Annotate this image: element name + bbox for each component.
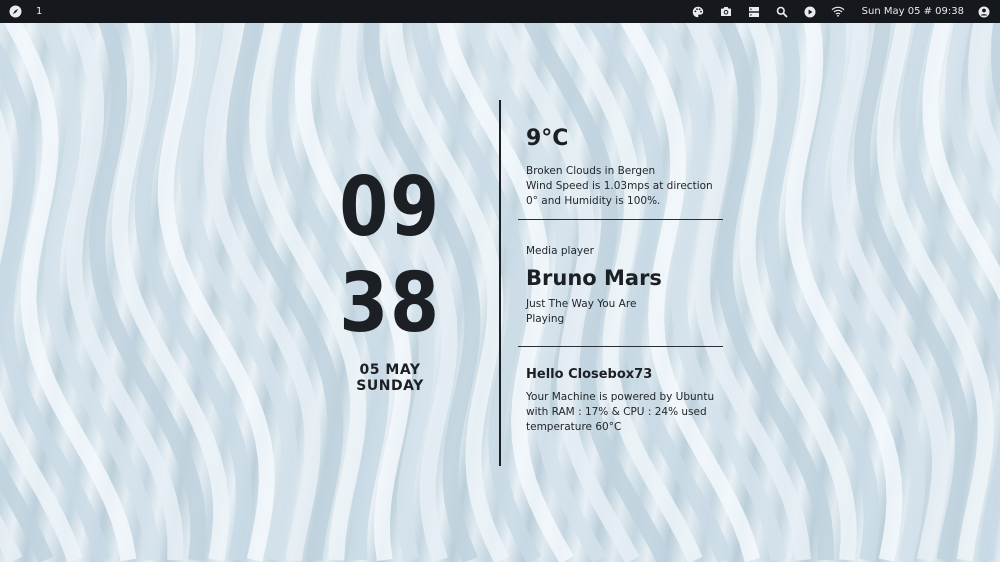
weather-condition: Broken Clouds in Bergen [526,165,656,177]
media-status: Playing [526,313,565,325]
media-track: Just The Way You Are [526,298,637,310]
clock-minute: 38 [339,256,441,351]
widget-divider-vertical [499,100,501,466]
weather-humidity: 0° and Humidity is 100%. [526,195,661,207]
widget-divider-1 [518,219,723,220]
play-icon[interactable] [796,0,824,23]
workspace-indicator[interactable]: 1 [36,6,42,17]
clock-weekday: SUNDAY [356,378,424,394]
compass-icon[interactable] [8,0,22,23]
system-temperature: temperature 60°C [526,421,622,433]
clock-widget: 09 38 05 MAY SUNDAY [300,160,480,394]
widget-divider-2 [518,346,723,347]
system-greeting: Hello Closebox73 [526,367,653,382]
media-artist: Bruno Mars [526,266,662,290]
top-panel: 1 Sun May 05 # 09:38 [0,0,1000,23]
clock-date: 05 MAY [359,362,421,378]
weather-wind: Wind Speed is 1.03mps at direction [526,180,713,192]
clock-hour: 09 [339,160,441,255]
user-icon[interactable] [974,0,994,23]
wifi-icon[interactable] [824,0,852,23]
search-icon[interactable] [768,0,796,23]
camera-icon[interactable] [712,0,740,23]
weather-temperature: 9°C [526,126,569,151]
media-heading: Media player [526,245,594,257]
system-os: Your Machine is powered by Ubuntu [526,391,715,403]
palette-icon[interactable] [684,0,712,23]
topbar-datetime[interactable]: Sun May 05 # 09:38 [862,6,964,17]
system-usage: with RAM : 17% & CPU : 24% used [526,406,707,418]
storage-icon[interactable] [740,0,768,23]
